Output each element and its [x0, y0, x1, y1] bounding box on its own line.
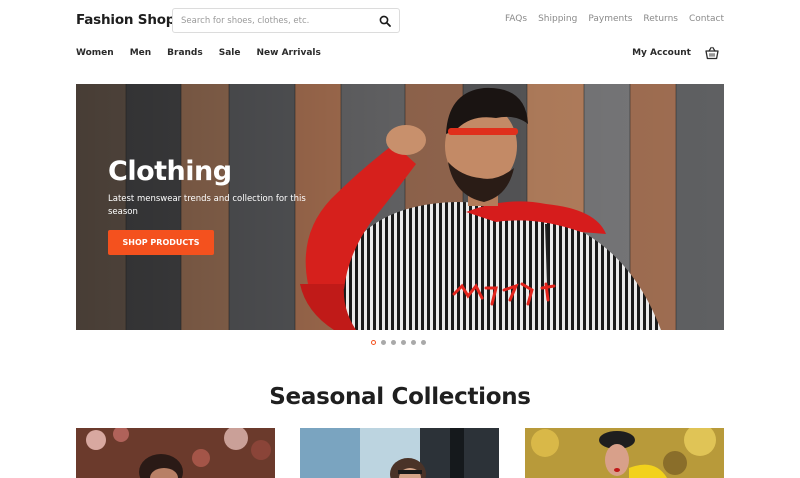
nav-item-sale[interactable]: Sale — [219, 48, 241, 58]
carousel-dot-5[interactable] — [411, 340, 416, 345]
carousel-indicators — [371, 340, 426, 345]
carousel-dot-2[interactable] — [381, 340, 386, 345]
carousel-dot-6[interactable] — [421, 340, 426, 345]
search-icon[interactable] — [379, 15, 391, 27]
top-bar: Fashion Shop FAQs Shipping Payments Retu… — [76, 8, 724, 34]
section-title: Seasonal Collections — [269, 384, 531, 410]
basket-icon[interactable] — [705, 46, 719, 60]
nav-item-men[interactable]: Men — [130, 48, 151, 58]
link-shipping[interactable]: Shipping — [538, 14, 577, 24]
carousel-dot-4[interactable] — [401, 340, 406, 345]
link-faqs[interactable]: FAQs — [505, 14, 527, 24]
category-menu: Women Men Brands Sale New Arrivals — [76, 48, 321, 58]
collection-card-3[interactable] — [525, 428, 724, 478]
search-box[interactable] — [172, 8, 400, 33]
collection-cards — [76, 428, 724, 478]
my-account-link[interactable]: My Account — [632, 48, 691, 58]
collection-card-1[interactable] — [76, 428, 275, 478]
nav-item-women[interactable]: Women — [76, 48, 114, 58]
hero-title: Clothing — [108, 156, 232, 187]
link-payments[interactable]: Payments — [588, 14, 632, 24]
hero-subtitle: Latest menswear trends and collection fo… — [108, 194, 306, 217]
hero-banner: Clothing Latest menswear trends and coll… — [76, 84, 724, 330]
brand-logo[interactable]: Fashion Shop — [76, 12, 175, 28]
collection-card-2[interactable] — [300, 428, 499, 478]
nav-item-brands[interactable]: Brands — [167, 48, 203, 58]
search-input[interactable] — [181, 14, 371, 28]
shop-products-button[interactable]: SHOP PRODUCTS — [108, 230, 214, 255]
link-contact[interactable]: Contact — [689, 14, 724, 24]
main-nav: Women Men Brands Sale New Arrivals My Ac… — [76, 46, 724, 64]
carousel-dot-1[interactable] — [371, 340, 376, 345]
collection-image-3 — [525, 428, 724, 478]
nav-item-new-arrivals[interactable]: New Arrivals — [256, 48, 320, 58]
collection-image-2 — [300, 428, 499, 478]
link-returns[interactable]: Returns — [643, 14, 678, 24]
collection-image-1 — [76, 428, 275, 478]
utility-links: FAQs Shipping Payments Returns Contact — [505, 14, 724, 24]
carousel-dot-3[interactable] — [391, 340, 396, 345]
